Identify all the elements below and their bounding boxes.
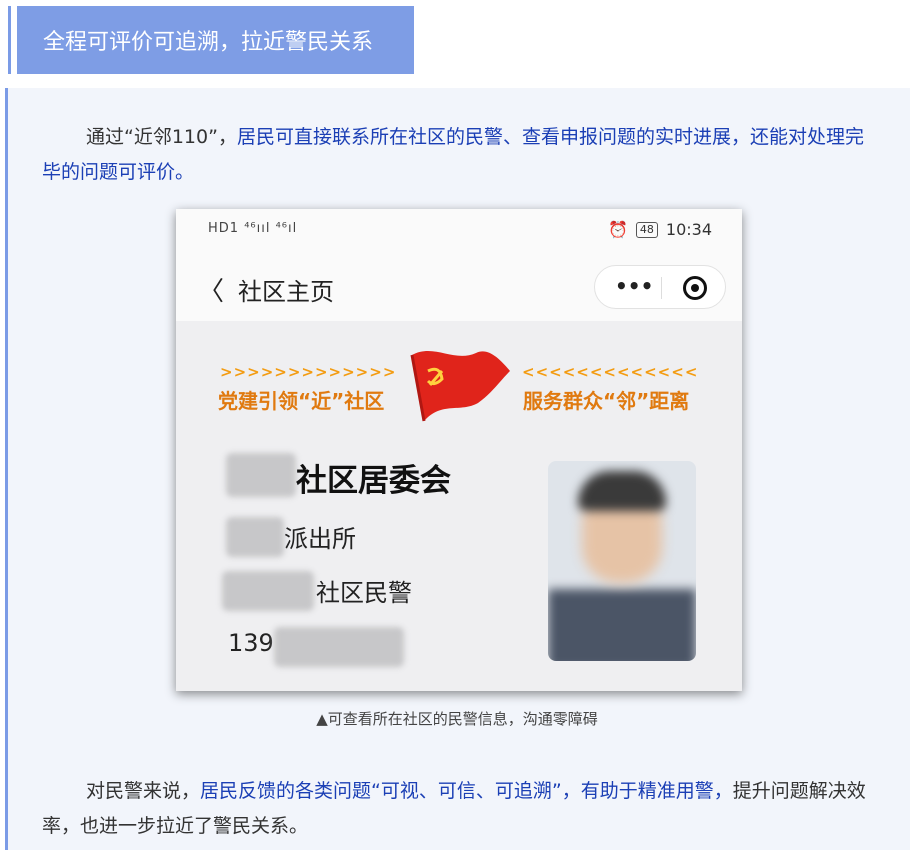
section-header: 全程可评价可追溯，拉近警民关系 — [0, 0, 914, 80]
close-target-icon[interactable] — [683, 276, 707, 300]
phone-prefix: 139 — [228, 629, 274, 657]
officer-photo — [548, 461, 696, 661]
more-icon[interactable]: ••• — [615, 274, 653, 298]
outro-lead: 对民警来说， — [86, 780, 201, 802]
chevrons-left: >>>>>>>>>>>>> — [220, 363, 397, 381]
capsule-divider — [661, 277, 662, 299]
org-name: 社区居委会 — [296, 463, 451, 499]
slogan-right: 服务群众“邻”距离 — [523, 389, 690, 413]
redacted-officer-name — [222, 571, 314, 611]
photo-body — [548, 589, 696, 661]
battery-icon: 48 — [635, 221, 658, 238]
status-bar: HD1 ⁴⁶ııl ⁴⁶ıl ⏰ 48 10:34 — [176, 209, 742, 255]
slogan-left: 党建引领“近”社区 — [218, 389, 385, 413]
nav-title: 社区主页 — [238, 278, 334, 306]
section-title: 全程可评价可追溯，拉近警民关系 — [17, 6, 414, 74]
intro-lead: 通过“近邻110”， — [86, 126, 237, 148]
status-right: ⏰ 48 10:34 — [608, 220, 712, 239]
back-icon[interactable]: 〈 — [198, 271, 224, 308]
police-station: 派出所 — [284, 525, 356, 553]
community-card: >>>>>>>>>>>>> <<<<<<<<<<<<< 党建引领“近”社区 服务… — [176, 321, 742, 691]
chevrons-right: <<<<<<<<<<<<< — [522, 363, 699, 381]
signal-indicators: HD1 ⁴⁶ııl ⁴⁶ıl — [208, 221, 298, 236]
alarm-icon: ⏰ — [607, 220, 628, 239]
redacted-community-name — [226, 453, 296, 497]
image-caption: ▲可查看所在社区的民警信息，沟通零障碍 — [316, 710, 598, 728]
nav-bar: 〈 社区主页 ••• — [176, 255, 742, 321]
outro-highlight: 居民反馈的各类问题“可视、可信、可追溯”，有助于精准用警， — [200, 780, 733, 802]
header-accent-bar — [8, 6, 11, 74]
clock: 10:34 — [665, 220, 712, 239]
police-title: 社区民警 — [316, 579, 412, 607]
mini-program-capsule: ••• — [594, 265, 726, 309]
intro-paragraph: 通过“近邻110”，居民可直接联系所在社区的民警、查看申报问题的实时进展，还能对… — [42, 120, 878, 190]
party-flag-icon — [410, 351, 510, 422]
outro-paragraph: 对民警来说，居民反馈的各类问题“可视、可信、可追溯”，有助于精准用警，提升问题解… — [42, 774, 878, 844]
redacted-phone-number — [274, 627, 404, 667]
redacted-station-name — [226, 517, 284, 557]
photo-hair — [578, 471, 666, 511]
phone-screenshot: HD1 ⁴⁶ııl ⁴⁶ıl ⏰ 48 10:34 〈 社区主页 ••• >>>… — [176, 209, 742, 691]
